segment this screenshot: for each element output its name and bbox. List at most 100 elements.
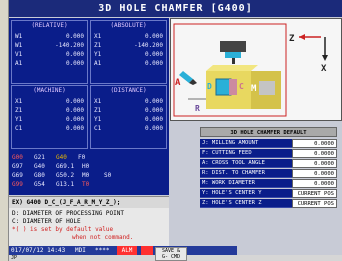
gcode: G69.1	[56, 163, 75, 170]
help-line: when not command.	[72, 234, 134, 241]
gcode: T0	[82, 181, 90, 188]
axis-label: Y1	[94, 116, 102, 123]
axis-label: Z1	[15, 107, 23, 114]
param-row[interactable]: A: CROSS TOOL ANGLE 0.0000	[200, 159, 337, 168]
gcode: F0	[78, 154, 86, 161]
left-side-panel	[0, 0, 9, 261]
param-value[interactable]: 0.0000	[292, 149, 337, 158]
machine-coords: (MACHINE) X1 0.000 Z1 0.000 Y1 0.000 C1 0.00…	[11, 85, 88, 149]
axis-value: 0.000	[65, 51, 84, 58]
modal-gcode-panel: G00 G21 G40 F0 G97 G40 G69.1 H0 G69 G80 …	[9, 151, 169, 195]
status-stars: ****	[95, 247, 110, 254]
param-label: A: CROSS TOOL ANGLE	[200, 159, 292, 168]
axis-value: 0.000	[65, 60, 84, 67]
label-a: A	[175, 78, 181, 88]
page-title: 3D HOLE CHAMFER [G400]	[9, 0, 342, 17]
gcode: H0	[82, 163, 90, 170]
param-row[interactable]: Y: HOLE'S CENTER Y CURRENT POS	[200, 189, 337, 198]
gcode: G21	[34, 154, 45, 161]
param-value[interactable]: 0.0000	[292, 159, 337, 168]
axis-value: 0.000	[144, 125, 163, 132]
param-value[interactable]: CURRENT POS	[292, 199, 337, 208]
axis-value: 0.000	[144, 33, 163, 40]
distance-header: (DISTANCE)	[110, 87, 147, 94]
param-label: Z: HOLE'S CENTER Z	[200, 199, 292, 208]
axis-value: 0.000	[65, 116, 84, 123]
gcode: S0	[104, 172, 112, 179]
params-header: 3D HOLE CHAMFER DEFAULT	[200, 127, 337, 137]
gcode: G97	[12, 163, 23, 170]
axis-label: C1	[94, 125, 102, 132]
axis-label: Y1	[94, 51, 102, 58]
help-line: *( ) is set by default value	[12, 226, 114, 233]
axis-value: 0.000	[144, 51, 163, 58]
axis-value: 0.000	[144, 60, 163, 67]
softkey-left-label: JP	[11, 255, 18, 261]
tool-holder	[220, 41, 246, 52]
help-line: D: DIAMETER OF PROCESSING POINT	[12, 210, 124, 217]
axis-value: 0.000	[65, 107, 84, 114]
axis-label: Y1	[15, 116, 23, 123]
relative-header: (RELATIVE)	[31, 22, 68, 29]
param-row[interactable]: R: DIST. TO CHAMFER 0.0000	[200, 169, 337, 178]
save-label-line2: G- CMD	[161, 254, 181, 260]
param-label: J: MILLING AMOUNT	[200, 139, 292, 148]
gcode: G00	[12, 154, 23, 161]
status-bar: 017/07/12 14:43 MDI **** ALM	[9, 246, 237, 255]
command-input-line[interactable]: EX) G400 D_C_(J_F_A_R_M_Y_Z_);	[9, 196, 169, 208]
axis-label: X1	[94, 98, 102, 105]
label-c: C	[239, 82, 244, 91]
absolute-coords: (ABSOLUTE) X1 0.000 Z1 -140.200 Y1 0.000 A1…	[90, 20, 167, 84]
axis-label: A1	[94, 60, 102, 67]
param-label: Y: HOLE'S CENTER Y	[200, 189, 292, 198]
axis-value: 0.000	[144, 107, 163, 114]
tool-tip	[232, 58, 235, 64]
status-mode: MDI	[75, 247, 86, 254]
axis-value: 0.000	[65, 98, 84, 105]
label-r: R	[195, 104, 200, 113]
gcode: G99	[12, 181, 23, 188]
label-z: Z	[289, 34, 295, 44]
param-row[interactable]: J: MILLING AMOUNT 0.0000	[200, 139, 337, 148]
label-x: X	[321, 64, 327, 74]
param-value[interactable]: 0.0000	[292, 139, 337, 148]
axis-value: 0.000	[144, 116, 163, 123]
gcode: G50.2	[56, 172, 75, 179]
param-row[interactable]: F: CUTTING FEED 0.0000	[200, 149, 337, 158]
gcode: G13.1	[56, 181, 75, 188]
gcode: M0	[82, 172, 90, 179]
axis-value: 0.000	[65, 33, 84, 40]
status-datetime: 017/07/12 14:43	[11, 247, 66, 254]
axis-label: Z1	[94, 107, 102, 114]
param-value[interactable]: CURRENT POS	[292, 189, 337, 198]
axis-label: W1	[15, 33, 23, 40]
absolute-header: (ABSOLUTE)	[110, 22, 147, 29]
axis-value: -140.200	[134, 42, 163, 49]
gcode: G80	[34, 172, 45, 179]
axis-label: Z1	[94, 42, 102, 49]
workpiece-top	[206, 65, 258, 71]
axis-label: V1	[15, 51, 23, 58]
diagram-svg: A D C M R Z X	[171, 19, 341, 120]
param-row[interactable]: M: WORK DIAMETER 0.0000	[200, 179, 337, 188]
gcode: G40	[56, 154, 67, 161]
tool-body	[225, 52, 241, 58]
work-cylinder	[259, 81, 275, 95]
coordinate-panel: (RELATIVE) W1 0.000 W1 -140.200 V1 0.000 A1…	[9, 18, 169, 151]
help-line: C: DIAMETER OF HOLE	[12, 218, 81, 225]
param-label: F: CUTTING FEED	[200, 149, 292, 158]
gcode: G40	[34, 163, 45, 170]
machine-header: (MACHINE)	[33, 87, 66, 94]
axis-label: W1	[15, 42, 23, 49]
relative-coords: (RELATIVE) W1 0.000 W1 -140.200 V1 0.000 A1…	[11, 20, 88, 84]
parameter-panel: 3D HOLE CHAMFER DEFAULT J: MILLING AMOUN…	[170, 124, 342, 244]
param-row[interactable]: Z: HOLE'S CENTER Z CURRENT POS	[200, 199, 337, 208]
save-g-cmd-button[interactable]: SAVE & G- CMD	[155, 247, 187, 261]
distance-coords: (DISTANCE) X1 0.000 Z1 0.000 Y1 0.000 C1 0.0…	[90, 85, 167, 149]
axis-value: 0.000	[144, 98, 163, 105]
param-label: M: WORK DIAMETER	[200, 179, 292, 188]
hole-d	[215, 78, 232, 96]
label-m: M	[251, 84, 257, 94]
param-value[interactable]: 0.0000	[292, 179, 337, 188]
param-value[interactable]: 0.0000	[292, 169, 337, 178]
